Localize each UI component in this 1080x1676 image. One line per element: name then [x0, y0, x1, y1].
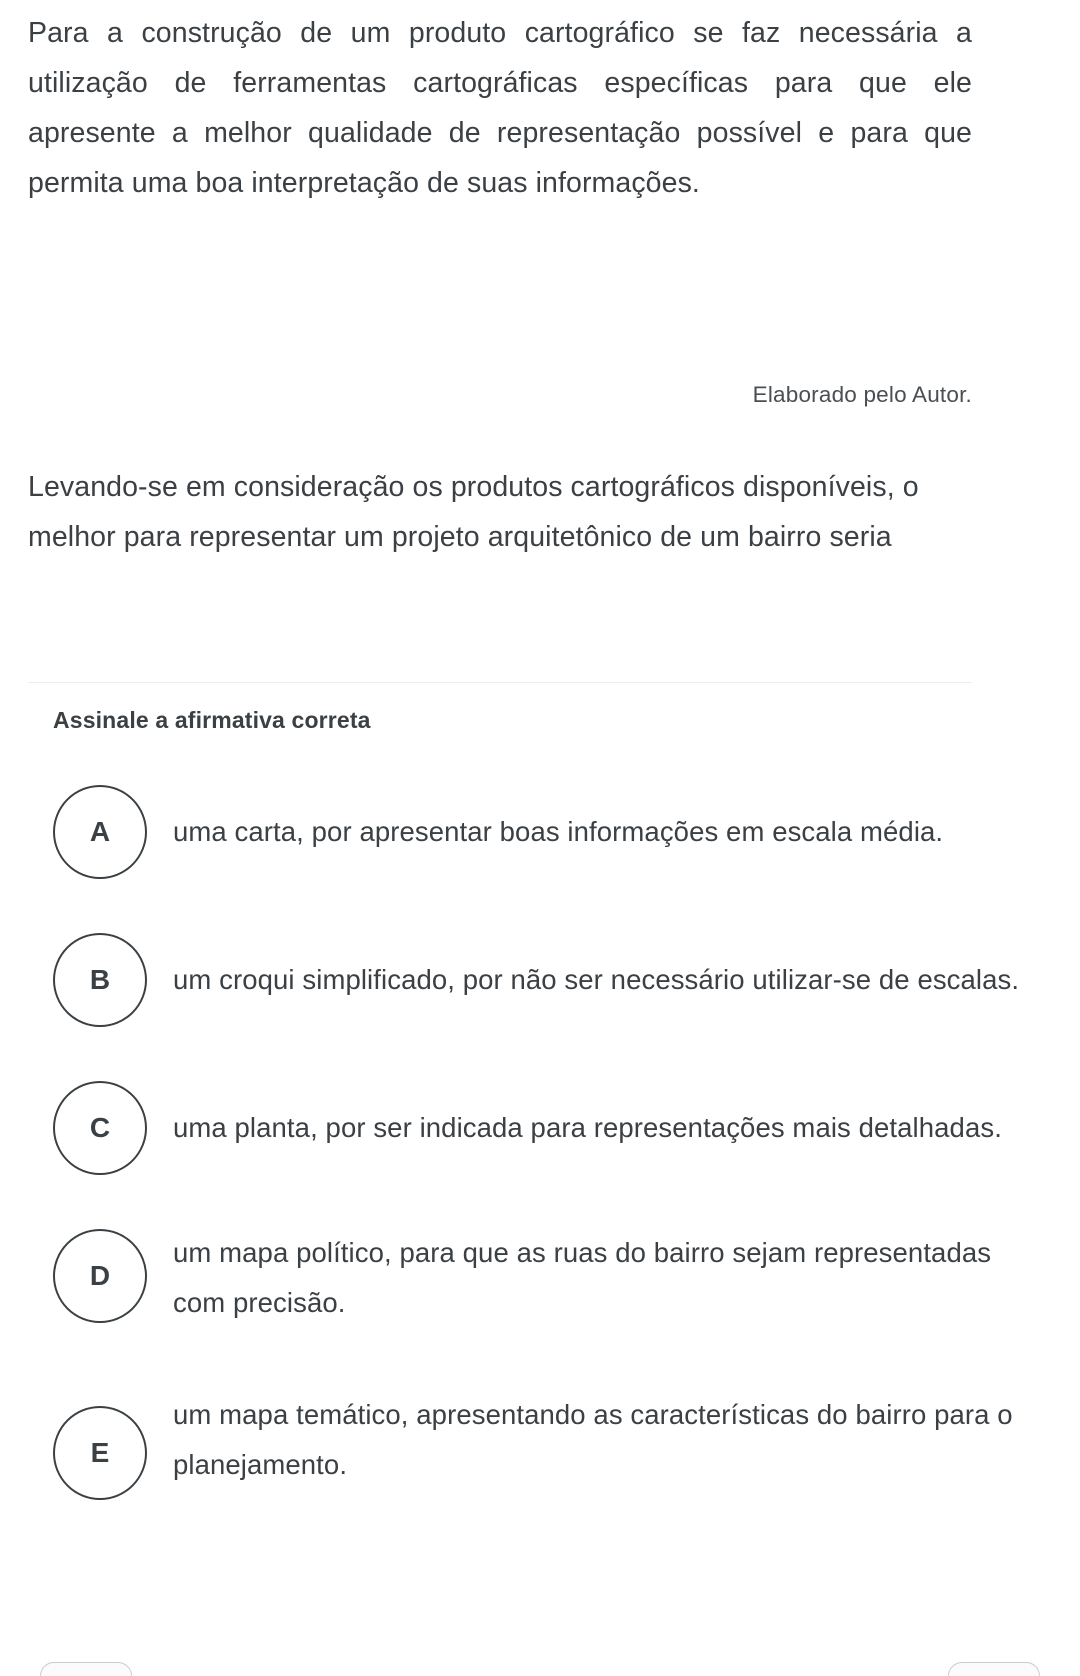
answers-heading: Assinale a afirmativa correta: [53, 707, 371, 733]
option-text-c: uma planta, por ser indicada para repres…: [173, 1112, 1002, 1143]
option-text-d: um mapa político, para que as ruas do ba…: [173, 1237, 992, 1318]
option-letter-badge-d: D: [53, 1229, 147, 1323]
statement-attribution: Elaborado pelo Autor.: [752, 382, 972, 407]
option-text-a: uma carta, por apresentar boas informaçõ…: [173, 816, 944, 847]
answer-option-b[interactable]: B um croqui simplificado, por não ser ne…: [0, 932, 1080, 1028]
statement-block: Para a construção de um produto cartográ…: [28, 8, 972, 208]
statement-paragraph: Para a construção de um produto cartográ…: [28, 17, 972, 199]
option-text-e: um mapa temático, apresentando as caract…: [173, 1399, 1013, 1480]
option-text-b: um croqui simplificado, por não ser nece…: [173, 964, 1020, 995]
answer-options-list: A uma carta, por apresentar boas informa…: [0, 784, 1080, 1500]
option-letter-badge-c: C: [53, 1081, 147, 1175]
answer-option-d[interactable]: D um mapa político, para que as ruas do …: [0, 1228, 1080, 1328]
option-letter-badge-a: A: [53, 785, 147, 879]
answer-option-a[interactable]: A uma carta, por apresentar boas informa…: [0, 784, 1080, 880]
next-question-button[interactable]: [948, 1662, 1040, 1676]
section-divider: [28, 682, 972, 683]
answer-option-e[interactable]: E um mapa temático, apresentando as cara…: [0, 1380, 1080, 1500]
option-letter-badge-e: E: [53, 1406, 147, 1500]
option-letter-badge-b: B: [53, 933, 147, 1027]
question-stem: Levando-se em consideração os produtos c…: [28, 471, 919, 553]
answer-option-c[interactable]: C uma planta, por ser indicada para repr…: [0, 1080, 1080, 1176]
bottom-action-bar: [0, 1662, 1080, 1676]
question-page: Para a construção de um produto cartográ…: [0, 0, 1080, 1676]
previous-question-button[interactable]: [40, 1662, 132, 1676]
